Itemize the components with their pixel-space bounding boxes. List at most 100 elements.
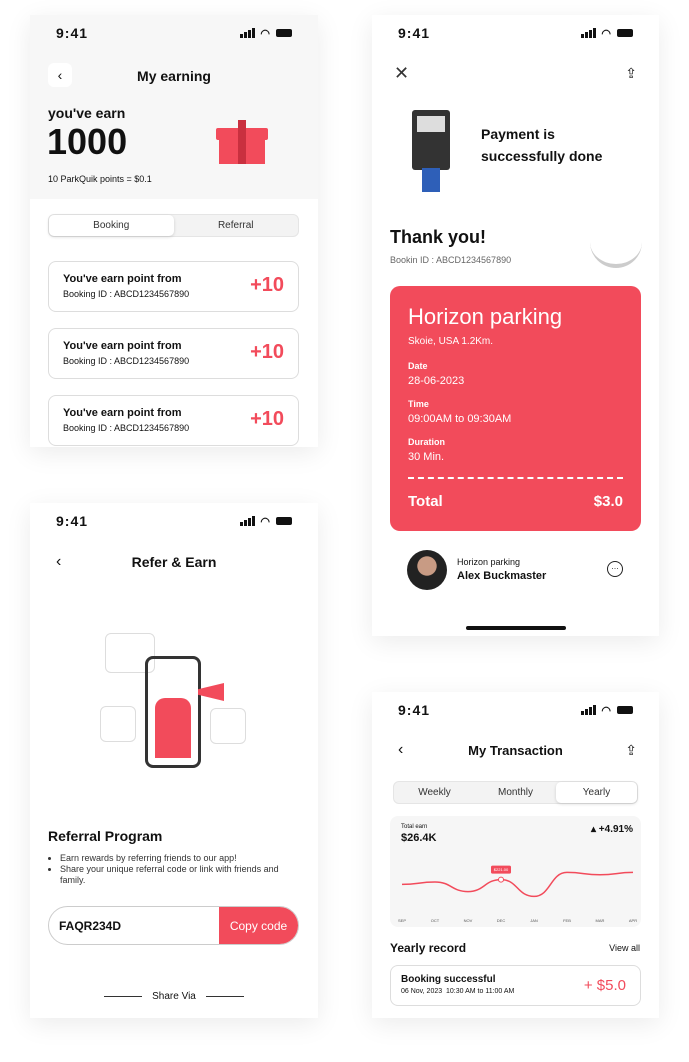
bullet-item: Share your unique referral code or link …	[60, 864, 300, 886]
change-value: ▴ +4.91%	[590, 824, 633, 835]
clock: 9:41	[398, 25, 431, 41]
time-label: Time	[408, 399, 429, 409]
item-points: +10	[250, 274, 284, 296]
home-indicator	[466, 626, 566, 630]
status-bar: 9:41 ◠	[372, 692, 659, 728]
x-tick-label: APR	[629, 918, 637, 923]
battery-icon	[276, 517, 292, 525]
view-all-link[interactable]: View all	[609, 943, 640, 953]
earn-label: you've earn	[48, 105, 126, 121]
date-value: 28-06-2023	[408, 375, 465, 387]
total-earn-value: $26.4K	[401, 832, 437, 844]
share-icon[interactable]: ⇪	[625, 742, 637, 759]
place-location: Skoie, USA 1.2Km.	[408, 336, 494, 347]
tab-monthly[interactable]: Monthly	[475, 782, 556, 803]
status-bar: 9:41 ◠	[30, 15, 318, 51]
chat-icon[interactable]: …	[607, 561, 623, 577]
share-icon[interactable]: ⇪	[625, 65, 637, 82]
share-via: Share Via	[30, 991, 318, 1002]
x-tick-label: MAR	[596, 918, 605, 923]
item-points: +10	[250, 408, 284, 430]
page-title: Refer & Earn	[131, 554, 217, 570]
data-point[interactable]	[498, 876, 504, 883]
program-bullets: Earn rewards by referring friends to our…	[60, 853, 300, 886]
earning-item[interactable]: You've earn point from Booking ID : ABCD1…	[48, 328, 299, 379]
status-bar: 9:41 ◠	[372, 15, 659, 51]
host-name: Alex Buckmaster	[457, 570, 547, 582]
place-name: Horizon parking	[408, 304, 563, 329]
signal-icon	[581, 28, 597, 38]
wifi-icon: ◠	[601, 704, 612, 717]
total-value: $3.0	[593, 493, 623, 510]
host-place: Horizon parking	[457, 557, 521, 567]
date-label: Date	[408, 361, 428, 371]
transaction-screen: 9:41 ◠ ‹ My Transaction ⇪ Weekly Monthly Ye…	[372, 692, 659, 1018]
status-bar: 9:41 ◠	[30, 503, 318, 539]
refer-earn-screen: 9:41◠ ‹ Refer & Earn Referral Program Ea…	[30, 503, 318, 1018]
payment-message: Payment is successfully done	[481, 126, 603, 164]
copy-code-button[interactable]: Copy code	[219, 907, 298, 944]
program-title: Referral Program	[48, 828, 163, 844]
gift-icon	[216, 120, 268, 164]
thanks-heading: Thank you!	[390, 227, 487, 247]
signal-icon	[240, 516, 256, 526]
tooltip-label: $221.00	[494, 867, 509, 872]
item-points: +10	[250, 341, 284, 363]
referral-code-field[interactable]: FAQR234D Copy code	[48, 906, 299, 945]
smile-icon	[590, 220, 642, 268]
ticket-card: Horizon parking Skoie, USA 1.2Km. Date 28…	[390, 286, 641, 531]
wifi-icon: ◠	[260, 515, 271, 528]
avatar	[407, 550, 447, 590]
wifi-icon: ◠	[260, 27, 271, 40]
card-terminal-icon	[412, 110, 450, 192]
earning-tabs: Booking Referral	[48, 214, 299, 237]
points-value: 1000	[47, 121, 128, 162]
points-rate: 10 ParkQuik points = $0.1	[48, 174, 152, 184]
record-amount: + $5.0	[583, 977, 626, 994]
referral-illustration	[100, 628, 250, 773]
period-tabs: Weekly Monthly Yearly	[393, 781, 638, 804]
share-via-label: Share Via	[152, 991, 196, 1002]
transaction-record[interactable]: Booking successful 06 Nov, 2023 10:30 AM…	[390, 965, 641, 1006]
page-title: My Transaction	[468, 743, 563, 758]
signal-icon	[581, 705, 597, 715]
page-title: My earning	[137, 68, 211, 84]
x-tick-label: SEP	[398, 918, 406, 923]
x-tick-label: NOV	[464, 918, 473, 923]
clock: 9:41	[398, 702, 431, 718]
x-tick-label: FEB	[563, 918, 571, 923]
battery-icon	[617, 29, 633, 37]
my-earning-screen: 9:41 ◠ ‹ My earning you've earn 1000 10 P…	[30, 15, 318, 447]
duration-value: 30 Min.	[408, 451, 445, 463]
earnings-line-chart: SEP OCT NOV DEC JAN FEB MAR APR $221.00	[398, 865, 637, 923]
total-label: Total	[408, 493, 443, 510]
earning-list-panel: Booking Referral You've earn point from Bo…	[30, 199, 318, 447]
earnings-chart-card: Total earn $26.4K ▴ +4.91% SEP OCT NOV DEC J…	[390, 816, 641, 927]
booking-id: Bookin ID : ABCD1234567890	[390, 255, 512, 265]
section-title: Yearly record	[390, 941, 467, 955]
x-tick-label: OCT	[431, 918, 440, 923]
tab-referral[interactable]: Referral	[174, 215, 299, 236]
series-line	[401, 871, 634, 898]
referral-code: FAQR234D	[59, 919, 122, 933]
change-text: +4.91%	[598, 824, 633, 835]
bullet-item: Earn rewards by referring friends to our…	[60, 853, 300, 864]
clock: 9:41	[56, 25, 89, 41]
earning-item[interactable]: You've earn point from Booking ID : ABCD1…	[48, 261, 299, 312]
total-earn-label: Total earn	[401, 824, 428, 830]
x-tick-label: JAN	[530, 918, 538, 923]
divider	[408, 477, 623, 479]
earning-item[interactable]: You've earn point from Booking ID : ABCD1…	[48, 395, 299, 446]
payment-screen: 9:41 ◠ ✕ ⇪ Payment is successfully done T…	[372, 15, 659, 636]
tab-yearly[interactable]: Yearly	[556, 782, 637, 803]
duration-label: Duration	[408, 437, 445, 447]
battery-icon	[276, 29, 292, 37]
wifi-icon: ◠	[601, 27, 612, 40]
time-value: 09:00AM to 09:30AM	[408, 413, 512, 425]
clock: 9:41	[56, 513, 89, 529]
tab-booking[interactable]: Booking	[49, 215, 174, 236]
tab-weekly[interactable]: Weekly	[394, 782, 475, 803]
close-icon[interactable]: ✕	[394, 63, 409, 84]
signal-icon	[240, 28, 256, 38]
x-tick-label: DEC	[497, 918, 506, 923]
